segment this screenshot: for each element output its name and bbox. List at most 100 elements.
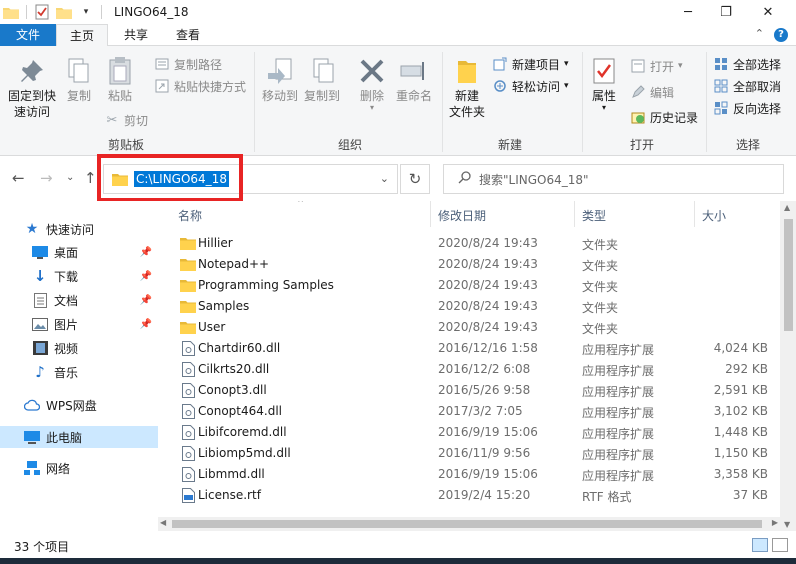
close-button[interactable]: ✕ xyxy=(748,0,788,24)
vertical-scroll-thumb[interactable] xyxy=(784,219,793,331)
rename-button[interactable]: 重命名 xyxy=(394,56,434,104)
pin-icon[interactable]: 📌 xyxy=(140,271,152,282)
nav-quick-access[interactable]: ★ 快速访问 xyxy=(0,218,158,240)
file-row[interactable]: Hillier 2020/8/24 19:43 文件夹 xyxy=(158,233,780,254)
tab-home[interactable]: 主页 xyxy=(56,24,108,47)
address-bar[interactable]: C:\LINGO64_18 ⌄ xyxy=(103,164,398,194)
chevron-up-icon[interactable]: ⌃ xyxy=(755,27,764,40)
file-row[interactable]: Notepad++ 2020/8/24 19:43 文件夹 xyxy=(158,254,780,275)
large-icons-view-icon[interactable] xyxy=(772,538,788,552)
up-arrow-icon[interactable]: ↑ xyxy=(84,169,97,187)
copy-path-button[interactable]: 复制路径 xyxy=(154,54,222,74)
scroll-up-icon[interactable]: ▲ xyxy=(784,203,790,212)
nav-downloads[interactable]: ↓ 下载 📌 xyxy=(0,265,158,287)
delete-button[interactable]: 删除 ▾ xyxy=(356,56,388,112)
tab-share[interactable]: 共享 xyxy=(111,24,161,46)
refresh-button[interactable]: ↻ xyxy=(400,164,430,194)
details-view-icon[interactable] xyxy=(752,538,768,552)
recent-locations-dropdown-icon[interactable]: ⌄ xyxy=(66,172,74,183)
properties-check-icon[interactable] xyxy=(33,3,51,21)
file-row[interactable]: Samples 2020/8/24 19:43 文件夹 xyxy=(158,296,780,317)
horizontal-scroll-thumb[interactable] xyxy=(172,520,762,528)
customize-dropdown-icon[interactable]: ▾ xyxy=(77,3,95,21)
address-dropdown-icon[interactable]: ⌄ xyxy=(380,172,389,185)
scroll-right-icon[interactable]: ▶ xyxy=(772,518,778,527)
address-path[interactable]: C:\LINGO64_18 xyxy=(134,171,229,187)
file-row[interactable]: Cilkrts20.dll 2016/12/2 6:08 应用程序扩展 292 KB xyxy=(158,359,780,380)
maximize-button[interactable]: ❐ xyxy=(706,0,746,24)
open-button[interactable]: 打开 ▾ xyxy=(630,56,683,76)
cut-button[interactable]: ✂ 剪切 xyxy=(104,110,148,130)
cloud-icon xyxy=(24,397,40,413)
file-row[interactable]: Chartdir60.dll 2016/12/16 1:58 应用程序扩展 4,024… xyxy=(158,338,780,359)
search-box[interactable]: 搜索"LINGO64_18" xyxy=(443,164,784,194)
new-item-button[interactable]: 新建项目 ▾ xyxy=(492,54,569,74)
back-arrow-icon[interactable]: ← xyxy=(12,169,25,187)
delete-dropdown-icon[interactable]: ▾ xyxy=(356,104,388,112)
file-row[interactable]: Conopt464.dll 2017/3/2 7:05 应用程序扩展 3,102 KB xyxy=(158,401,780,422)
column-divider[interactable] xyxy=(574,201,575,227)
copy-button[interactable]: 复制 xyxy=(62,56,96,104)
file-row[interactable]: Libiomp5md.dll 2016/11/9 9:56 应用程序扩展 1,150 … xyxy=(158,443,780,464)
file-modified-date: 2019/2/4 15:20 xyxy=(438,488,531,502)
nav-music[interactable]: ♪ 音乐 xyxy=(0,361,158,383)
search-icon xyxy=(458,171,471,187)
column-size-header[interactable]: 大小 xyxy=(702,207,726,224)
select-all-label: 全部选择 xyxy=(733,57,782,72)
move-to-button[interactable]: 移动到 xyxy=(260,56,300,104)
pin-icon[interactable]: 📌 xyxy=(140,319,152,330)
pin-icon[interactable]: 📌 xyxy=(140,247,152,258)
scroll-down-icon[interactable]: ▼ xyxy=(784,520,790,529)
easy-access-button[interactable]: 轻松访问 ▾ xyxy=(492,76,569,96)
file-row[interactable]: Libifcoremd.dll 2016/9/19 15:06 应用程序扩展 1,44… xyxy=(158,422,780,443)
new-folder-button[interactable]: 新建 文件夹 xyxy=(446,56,488,120)
properties-button[interactable]: 属性 ▾ xyxy=(586,56,622,112)
edit-button[interactable]: 编辑 xyxy=(630,82,674,102)
properties-dropdown-icon[interactable]: ▾ xyxy=(586,104,622,112)
paste-shortcut-button[interactable]: 粘贴快捷方式 xyxy=(154,76,246,96)
file-type: 应用程序扩展 xyxy=(582,364,655,378)
select-all-button[interactable]: 全部选择 xyxy=(713,54,781,74)
invert-selection-button[interactable]: 反向选择 xyxy=(713,98,781,118)
file-row[interactable]: Libmmd.dll 2016/9/19 15:06 应用程序扩展 3,358 KB xyxy=(158,464,780,485)
pin-icon[interactable]: 📌 xyxy=(140,295,152,306)
select-all-icon xyxy=(713,56,729,72)
file-row[interactable]: Programming Samples 2020/8/24 19:43 文件夹 xyxy=(158,275,780,296)
forward-arrow-icon[interactable]: → xyxy=(40,169,53,187)
file-row[interactable]: Conopt3.dll 2016/5/26 9:58 应用程序扩展 2,591 KB xyxy=(158,380,780,401)
pin-to-quick-access-button[interactable]: 固定到快 速访问 xyxy=(4,56,60,120)
copy-to-button[interactable]: 复制到 xyxy=(302,56,342,104)
quick-access-toolbar: ▾ xyxy=(0,0,108,24)
nav-documents[interactable]: 文档 📌 xyxy=(0,289,158,311)
column-date-header[interactable]: 修改日期 xyxy=(438,207,486,224)
nav-wps-cloud[interactable]: WPS网盘 xyxy=(0,394,158,416)
download-arrow-icon: ↓ xyxy=(33,267,47,285)
search-placeholder: 搜索"LINGO64_18" xyxy=(479,172,589,187)
history-button[interactable]: 历史记录 xyxy=(630,107,698,127)
file-row[interactable]: License.rtf 2019/2/4 15:20 RTF 格式 37 KB xyxy=(158,485,780,506)
column-divider[interactable] xyxy=(430,201,431,227)
file-modified-date: 2020/8/24 19:43 xyxy=(438,299,538,313)
help-icon[interactable]: ? xyxy=(774,28,788,42)
column-name-header[interactable]: 名称 xyxy=(178,207,202,224)
file-size: 2,591 KB xyxy=(713,383,768,397)
vertical-scrollbar[interactable]: ▲ ▼ xyxy=(780,201,796,531)
nav-this-pc[interactable]: 此电脑 xyxy=(0,426,158,448)
file-row[interactable]: User 2020/8/24 19:43 文件夹 xyxy=(158,317,780,338)
paste-button[interactable]: 粘贴 xyxy=(102,56,138,104)
nav-network[interactable]: 网络 xyxy=(0,457,158,479)
new-folder-icon[interactable] xyxy=(55,3,73,21)
nav-videos[interactable]: 视频 xyxy=(0,337,158,359)
nav-pictures[interactable]: 图片 📌 xyxy=(0,313,158,335)
nav-desktop[interactable]: 桌面 📌 xyxy=(0,241,158,263)
nav-network-label: 网络 xyxy=(46,461,71,476)
edit-label: 编辑 xyxy=(650,85,675,100)
tab-file[interactable]: 文件 xyxy=(0,24,56,46)
select-none-button[interactable]: 全部取消 xyxy=(713,76,781,96)
column-type-header[interactable]: 类型 xyxy=(582,207,606,224)
horizontal-scrollbar[interactable]: ◀ ▶ xyxy=(158,517,780,531)
column-divider[interactable] xyxy=(694,201,695,227)
tab-view[interactable]: 查看 xyxy=(163,24,213,46)
minimize-button[interactable]: ─ xyxy=(668,0,708,24)
scroll-left-icon[interactable]: ◀ xyxy=(160,518,166,527)
